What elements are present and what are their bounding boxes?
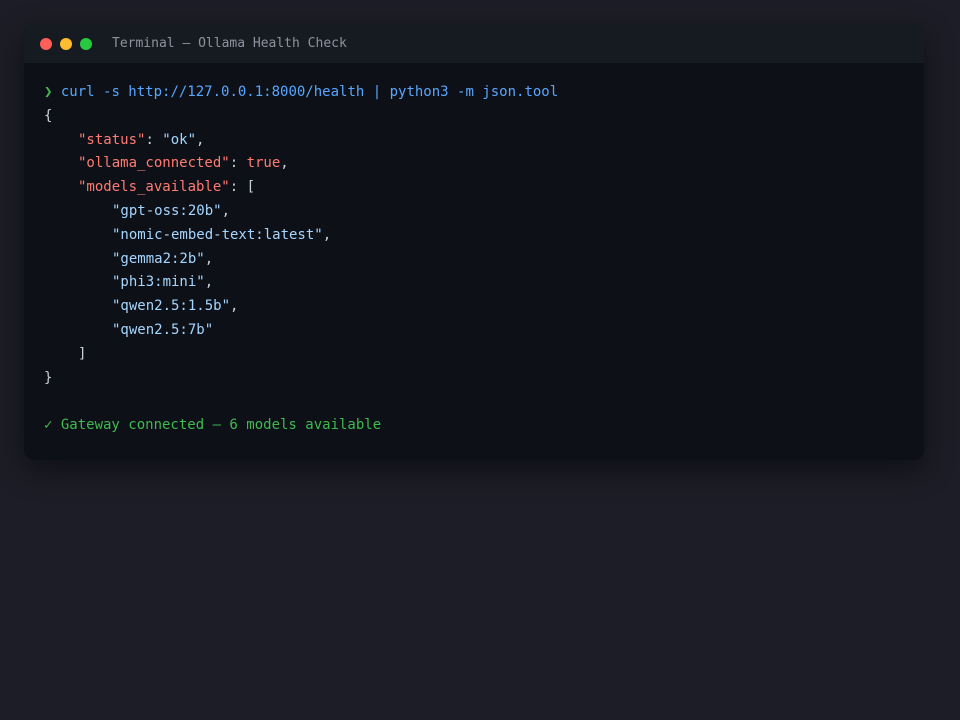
model-name: "gpt-oss:20b"	[112, 202, 222, 219]
json-key: "status"	[78, 131, 146, 148]
model-list-item: "gemma2:2b",	[112, 250, 214, 267]
status-message: ✓ Gateway connected — 6 models available	[44, 417, 382, 434]
title-bar: Terminal — Ollama Health Check	[24, 24, 924, 63]
window-title: Terminal — Ollama Health Check	[112, 36, 347, 51]
model-list-item: "nomic-embed-text:latest",	[112, 226, 332, 243]
json-close-brace: }	[44, 369, 53, 386]
model-name: "phi3:mini"	[112, 274, 205, 291]
json-open-brace: {	[44, 107, 53, 124]
json-value: true	[246, 155, 281, 172]
json-value: "ok"	[162, 131, 197, 148]
json-array-close: ]	[78, 345, 87, 362]
json-models-line: "models_available": [	[78, 179, 256, 196]
minimize-window-button[interactable]	[60, 37, 72, 50]
close-window-button[interactable]	[40, 37, 52, 50]
model-name: "nomic-embed-text:latest"	[112, 226, 323, 243]
terminal-output[interactable]: ❯ curl -s http://127.0.0.1:8000/health |…	[24, 63, 924, 438]
maximize-window-button[interactable]	[80, 37, 92, 50]
model-list-item: "qwen2.5:1.5b",	[112, 298, 239, 315]
model-name: "qwen2.5:1.5b"	[112, 298, 231, 315]
model-list-item: "gpt-oss:20b",	[112, 202, 231, 219]
model-list-item: "qwen2.5:7b"	[44, 319, 904, 343]
terminal-window: Terminal — Ollama Health Check ❯ curl -s…	[24, 24, 924, 460]
model-list-item: "phi3:mini",	[112, 274, 214, 291]
command-text: curl -s http://127.0.0.1:8000/health | p…	[60, 84, 559, 100]
model-name: "gemma2:2b"	[112, 250, 205, 267]
json-key: "ollama_connected"	[78, 155, 230, 172]
json-connected-line: "ollama_connected": true,	[78, 155, 289, 172]
prompt-icon: ❯	[44, 84, 53, 100]
command-line: ❯ curl -s http://127.0.0.1:8000/health |…	[44, 81, 904, 105]
json-status-line: "status": "ok",	[78, 131, 205, 148]
json-array-open: [	[246, 179, 256, 196]
json-key: "models_available"	[78, 179, 230, 196]
model-name: "qwen2.5:7b"	[112, 321, 214, 338]
